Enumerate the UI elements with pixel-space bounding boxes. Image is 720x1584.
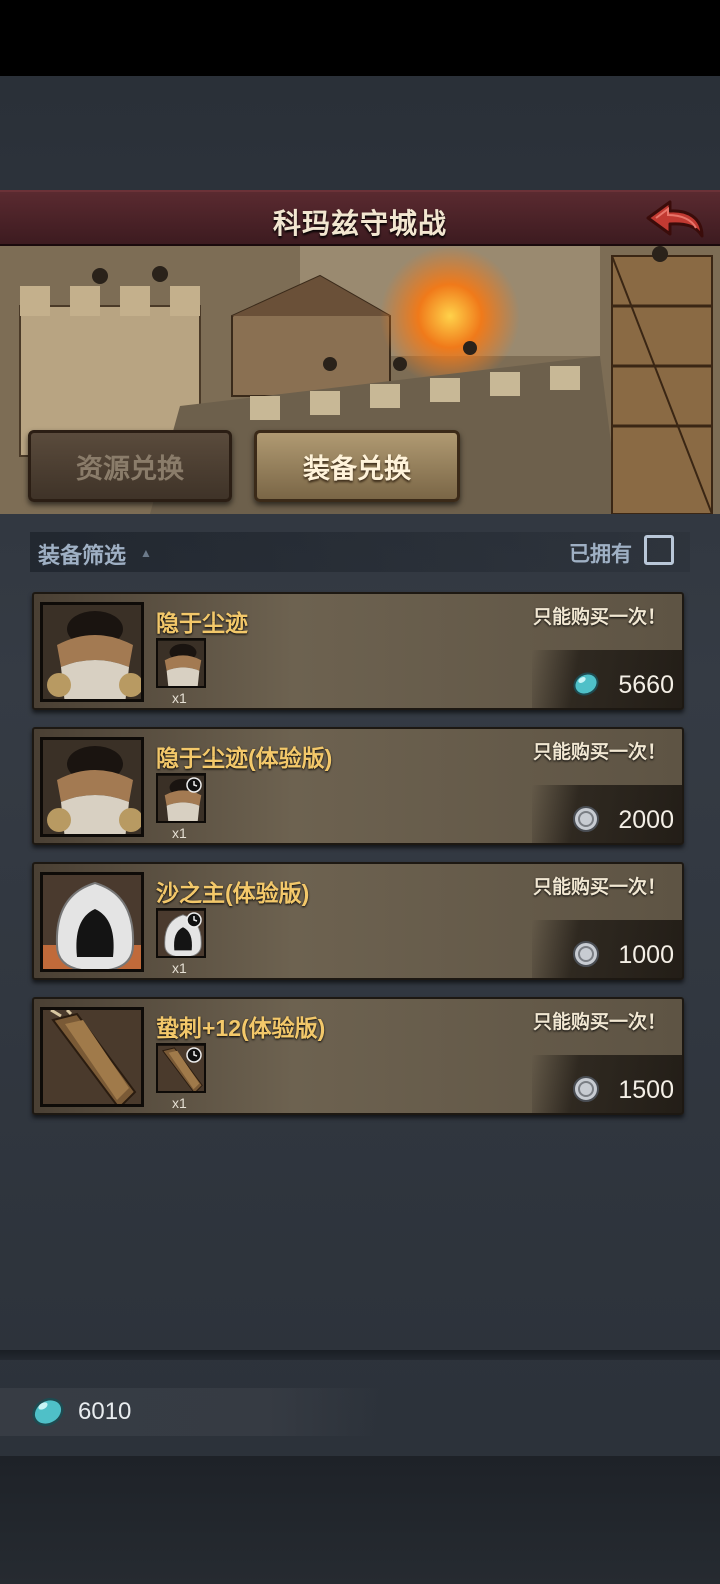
clock-icon: [186, 912, 202, 928]
purchase-limit-text: 只能购买一次！: [532, 607, 666, 628]
gem-icon: [32, 1397, 64, 1427]
item-name: 隐于尘迹: [156, 610, 248, 636]
tab-equipment-exchange[interactable]: 装备兑换: [254, 430, 460, 502]
bottom-bar: [0, 1456, 720, 1584]
bottom-divider: [0, 1350, 720, 1360]
hooded-armor-icon: [40, 737, 144, 837]
filter-row: 装备筛选 ▲ 已拥有: [30, 532, 690, 572]
gem-icon: [573, 672, 599, 696]
status-bar-area: [0, 0, 720, 76]
gauntlet-thumbnail-icon: [156, 1043, 206, 1093]
tab-equipment-exchange-label: 装备兑换: [303, 453, 411, 484]
triangle-up-icon: ▲: [140, 546, 152, 560]
shop-item[interactable]: 蛰刺+12(体验版) 只能购买一次！ x1 1500: [32, 997, 684, 1115]
item-quantity: x1: [172, 825, 187, 841]
item-quantity: x1: [172, 1095, 187, 1111]
item-name: 隐于尘迹(体验版): [156, 745, 333, 771]
page-title: 科玛兹守城战: [272, 208, 447, 239]
item-quantity: x1: [172, 960, 187, 976]
item-price: 1000: [618, 941, 674, 969]
currency-balance-amount: 6010: [78, 1398, 132, 1425]
shop-item[interactable]: 隐于尘迹(体验版) 只能购买一次！ x1 2000: [32, 727, 684, 845]
equipment-filter-button[interactable]: 装备筛选: [38, 538, 126, 570]
silver-coin-icon: [573, 806, 599, 832]
purchase-limit-text: 只能购买一次！: [532, 1012, 666, 1033]
shop-item[interactable]: 沙之主(体验版) 只能购买一次！ x1 1000: [32, 862, 684, 980]
back-arrow-icon: [646, 200, 704, 238]
purchase-limit-text: 只能购买一次！: [532, 877, 666, 898]
white-hood-thumbnail-icon: [156, 908, 206, 958]
white-hood-icon: [40, 872, 144, 972]
item-price: 1500: [618, 1076, 674, 1104]
currency-balance-bar: 6010: [0, 1388, 380, 1436]
hooded-armor-thumbnail-icon: [156, 773, 206, 823]
silver-coin-icon: [573, 1076, 599, 1102]
clock-icon: [186, 777, 202, 793]
item-price: 5660: [618, 671, 674, 699]
owned-label: 已拥有: [569, 543, 632, 566]
item-name: 沙之主(体验版): [156, 880, 310, 906]
purchase-limit-text: 只能购买一次！: [532, 742, 666, 763]
tab-resource-exchange[interactable]: 资源兑换: [28, 430, 232, 502]
tab-resource-exchange-label: 资源兑换: [76, 453, 184, 484]
item-name: 蛰刺+12(体验版): [156, 1015, 326, 1041]
gauntlet-icon: [40, 1007, 144, 1107]
back-button[interactable]: [644, 196, 706, 244]
clock-icon: [186, 1047, 202, 1063]
owned-checkbox[interactable]: [644, 535, 674, 565]
title-bar: 科玛兹守城战: [0, 190, 720, 246]
hooded-armor-icon: [40, 602, 144, 702]
shop-item[interactable]: 隐于尘迹 只能购买一次！ x1 5660: [32, 592, 684, 710]
hooded-armor-thumbnail-icon: [156, 638, 206, 688]
silver-coin-icon: [573, 941, 599, 967]
item-quantity: x1: [172, 690, 187, 706]
item-price: 2000: [618, 806, 674, 834]
